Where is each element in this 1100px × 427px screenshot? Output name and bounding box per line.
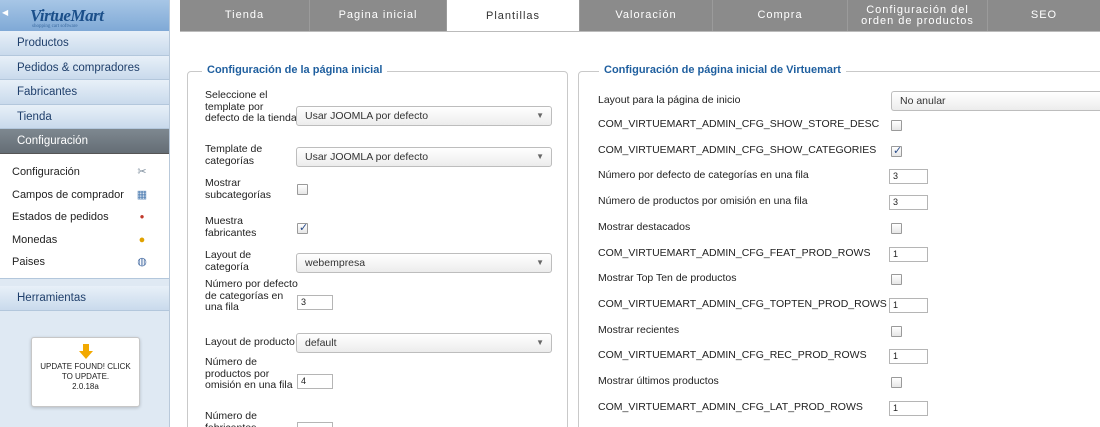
category-template-value: Usar JOOMLA por defecto xyxy=(305,151,429,163)
products-per-row-label: Número de productos por omisión en una f… xyxy=(205,356,293,391)
product-layout-value: default xyxy=(305,337,337,349)
template-select[interactable]: Usar JOOMLA por defecto ▼ xyxy=(296,106,552,126)
submenu-label: Estados de pedidos xyxy=(12,211,109,224)
setting-input[interactable]: 1 xyxy=(889,400,928,416)
tab-valoracion[interactable]: Valoración xyxy=(580,0,713,31)
layout-select[interactable]: No anular xyxy=(891,91,1100,111)
setting-input[interactable]: 1 xyxy=(889,246,928,262)
manufacturers-input[interactable] xyxy=(297,422,333,427)
coins-icon: ● xyxy=(138,233,146,246)
tab-pagina-inicial[interactable]: Pagina inicial xyxy=(310,0,447,31)
setting-checkbox[interactable] xyxy=(891,274,902,286)
category-template-label: Template de categorías xyxy=(205,143,263,167)
show-manufacturers-label: Muestra fabricantes xyxy=(205,215,257,239)
categories-per-row-input[interactable]: 3 xyxy=(297,295,333,310)
setting-checkbox[interactable] xyxy=(891,120,902,131)
setting-checkbox[interactable] xyxy=(891,144,902,157)
update-version: 2.0.18a xyxy=(72,382,99,391)
layout-label: Layout para la página de inicio xyxy=(598,94,741,106)
globe-icon: ◍ xyxy=(137,256,147,269)
categories-per-row-label: Número por defecto de categorías en una … xyxy=(205,278,298,313)
sidebar: ◀ VirtueMart shopping cart software Prod… xyxy=(0,0,170,427)
submenu-label: Campos de comprador xyxy=(12,188,124,201)
setting-input[interactable]: 1 xyxy=(889,349,928,365)
layout-select-value: No anular xyxy=(900,95,946,107)
logo-bar: ◀ VirtueMart shopping cart software xyxy=(0,0,169,31)
submenu-label: Configuración xyxy=(12,165,80,178)
submenu-item-estados-pedidos[interactable]: Estados de pedidos ● xyxy=(0,206,169,229)
chevron-down-icon: ▼ xyxy=(536,111,544,120)
category-layout-value: webempresa xyxy=(305,257,366,269)
setting-label: COM_VIRTUEMART_ADMIN_CFG_FEAT_PROD_ROWS xyxy=(598,246,871,259)
update-line-2: TO UPDATE. xyxy=(61,372,110,381)
update-line-1: UPDATE FOUND! CLICK xyxy=(40,362,131,371)
setting-label: Mostrar destacados xyxy=(598,220,691,233)
setting-checkbox[interactable] xyxy=(891,377,902,388)
sidebar-item-pedidos[interactable]: Pedidos & compradores xyxy=(0,55,169,81)
setting-checkbox[interactable] xyxy=(891,325,902,337)
setting-label: COM_VIRTUEMART_ADMIN_CFG_REC_PROD_ROWS xyxy=(598,349,867,362)
chevron-down-icon: ▼ xyxy=(536,258,544,267)
sidebar-item-tienda[interactable]: Tienda xyxy=(0,104,169,130)
setting-label: COM_VIRTUEMART_ADMIN_CFG_SHOW_CATEGORIES xyxy=(598,143,877,156)
submenu-item-monedas[interactable]: Monedas ● xyxy=(0,229,169,252)
tab-underline xyxy=(180,31,1100,32)
form-icon: ▦ xyxy=(136,188,148,201)
setting-label: Mostrar últimos productos xyxy=(598,375,719,387)
setting-label: COM_VIRTUEMART_ADMIN_CFG_SHOW_STORE_DESC xyxy=(598,118,880,130)
show-subcategories-checkbox[interactable] xyxy=(297,184,308,195)
collapse-arrow-icon[interactable]: ◀ xyxy=(2,8,8,22)
setting-label: Número de productos por omisión en una f… xyxy=(598,195,808,208)
sidebar-item-herramientas[interactable]: Herramientas xyxy=(0,285,169,311)
setting-input[interactable]: 3 xyxy=(889,195,928,211)
sidebar-item-productos[interactable]: Productos xyxy=(0,31,169,56)
chevron-down-icon: ▼ xyxy=(536,338,544,347)
setting-input[interactable]: 3 xyxy=(889,169,928,185)
sidebar-item-configuracion[interactable]: Configuración xyxy=(0,129,169,154)
submenu-label: Monedas xyxy=(12,233,58,246)
fieldset-legend: Configuración de la página inicial xyxy=(202,64,388,76)
setting-input[interactable]: 1 xyxy=(889,297,928,313)
virtuemart-logo[interactable]: VirtueMart shopping cart software xyxy=(30,6,104,29)
sidebar-item-fabricantes[interactable]: Fabricantes xyxy=(0,80,169,105)
manufacturers-label: Número de fabricantes xyxy=(205,410,257,427)
setting-label: Mostrar Top Ten de productos xyxy=(598,272,737,285)
product-layout-label: Layout de producto xyxy=(205,336,295,348)
products-per-row-input[interactable]: 4 xyxy=(297,374,333,389)
submenu-item-configuracion[interactable]: Configuración ✂ xyxy=(0,161,169,184)
update-notice-button[interactable]: UPDATE FOUND! CLICK TO UPDATE. 2.0.18a xyxy=(31,337,140,407)
setting-label: Número por defecto de categorías en una … xyxy=(598,169,809,182)
tab-seo[interactable]: SEO xyxy=(988,0,1100,31)
tools-icon: ✂ xyxy=(137,165,147,178)
tab-tienda[interactable]: Tienda xyxy=(180,0,310,31)
tab-bar: Tienda Pagina inicial Plantillas Valorac… xyxy=(180,0,1100,32)
submenu-label: Paises xyxy=(12,256,46,269)
show-manufacturers-checkbox[interactable] xyxy=(297,221,308,234)
category-template-select[interactable]: Usar JOOMLA por defecto ▼ xyxy=(296,147,552,167)
configuracion-submenu: Configuración ✂ Campos de comprador ▦ Es… xyxy=(0,153,169,279)
setting-label: COM_VIRTUEMART_ADMIN_CFG_TOPTEN_PROD_ROW… xyxy=(598,297,887,310)
setting-checkbox[interactable] xyxy=(891,222,902,234)
tab-orden-productos[interactable]: Configuración del orden de productos xyxy=(848,0,988,31)
virtuemart-home-fieldset: Configuración de página inicial de Virtu… xyxy=(578,64,1100,427)
fieldset-legend: Configuración de página inicial de Virtu… xyxy=(599,64,846,76)
setting-label: COM_VIRTUEMART_ADMIN_CFG_LAT_PROD_ROWS xyxy=(598,400,863,413)
submenu-item-paises[interactable]: Paises ◍ xyxy=(0,251,169,274)
category-layout-label: Layout de categoría xyxy=(205,249,252,273)
template-label: Seleccione el template por defecto de la… xyxy=(205,89,297,124)
download-arrow-icon xyxy=(78,344,93,359)
template-select-value: Usar JOOMLA por defecto xyxy=(305,110,429,122)
show-subcategories-label: Mostrar subcategorías xyxy=(205,177,271,201)
submenu-item-campos-comprador[interactable]: Campos de comprador ▦ xyxy=(0,184,169,207)
tab-plantillas[interactable]: Plantillas xyxy=(447,0,580,32)
home-config-fieldset: Configuración de la página inicial Selec… xyxy=(187,64,568,427)
tab-compra[interactable]: Compra xyxy=(713,0,848,31)
category-layout-select[interactable]: webempresa ▼ xyxy=(296,253,552,273)
chevron-down-icon: ▼ xyxy=(536,152,544,161)
setting-label: Mostrar recientes xyxy=(598,323,680,336)
status-icon: ● xyxy=(139,212,145,222)
product-layout-select[interactable]: default ▼ xyxy=(296,333,552,353)
